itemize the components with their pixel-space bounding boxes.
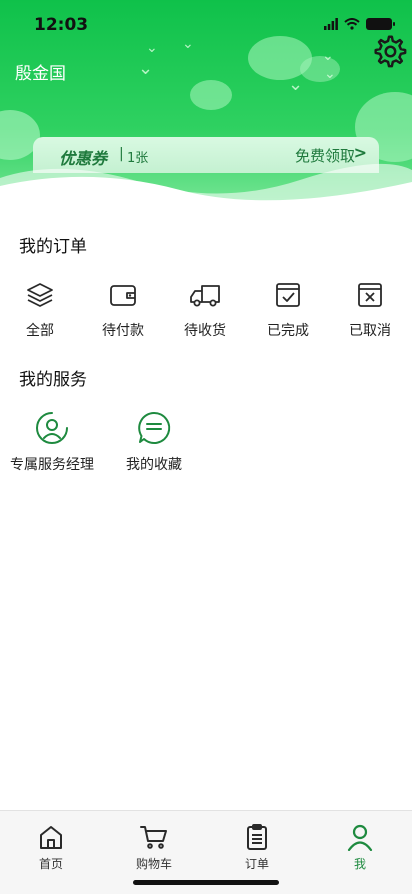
tab-orders-label: 订单 (244, 857, 269, 871)
decor-blob (190, 80, 232, 110)
bird-decor-icon: ⌄ (324, 66, 336, 82)
battery-icon (366, 18, 395, 30)
signal-icon (324, 18, 338, 30)
status-bar: 12:03 (0, 0, 412, 52)
check-box-icon (276, 283, 300, 307)
order-completed[interactable]: 已完成 (253, 280, 323, 346)
tab-cart[interactable]: 购物车 (114, 823, 194, 872)
tab-home-label: 首页 (38, 857, 63, 871)
bird-decor-icon: ⌄ (288, 74, 304, 95)
profile-header: ⌄ ⌄ ⌄ ⌄ ⌄ ⌄ 12:03 殷金国 优惠券 | 1张 免费领取 > (0, 0, 412, 215)
tab-me-label: 我 (353, 857, 366, 871)
wifi-icon (344, 18, 360, 30)
bird-decor-icon: ⌄ (138, 58, 154, 79)
cart-icon (140, 826, 167, 849)
home-indicator (133, 880, 279, 885)
order-cancelled-label: 已取消 (349, 323, 391, 339)
wallet-icon (110, 285, 136, 306)
service-favorites[interactable]: 我的收藏 (104, 410, 204, 474)
order-pending-receipt-label: 待收货 (184, 323, 226, 339)
order-pending-payment[interactable]: 待付款 (88, 280, 158, 346)
service-manager-label: 专属服务经理 (10, 457, 94, 473)
tab-orders[interactable]: 订单 (217, 823, 297, 872)
clipboard-icon (247, 824, 267, 850)
order-all-label: 全部 (26, 323, 54, 339)
services-section-title: 我的服务 (19, 370, 87, 390)
layers-icon (27, 283, 53, 307)
user-circle-icon (36, 412, 68, 444)
service-favorites-label: 我的收藏 (126, 457, 182, 473)
home-icon (40, 826, 62, 849)
truck-icon (190, 285, 220, 307)
order-all[interactable]: 全部 (5, 280, 75, 346)
orders-section-title: 我的订单 (19, 237, 87, 257)
order-pending-payment-label: 待付款 (102, 323, 144, 339)
header-wave (0, 163, 412, 215)
order-pending-receipt[interactable]: 待收货 (170, 280, 240, 346)
x-box-icon (358, 283, 382, 307)
status-icons (324, 18, 395, 30)
service-manager[interactable]: 专属服务经理 (2, 410, 102, 474)
tab-me[interactable]: 我 (320, 823, 400, 872)
user-name: 殷金国 (15, 64, 66, 84)
order-completed-label: 已完成 (267, 323, 309, 339)
status-time: 12:03 (34, 15, 89, 35)
tab-home[interactable]: 首页 (11, 823, 91, 872)
order-cancelled[interactable]: 已取消 (335, 280, 405, 346)
tab-cart-label: 购物车 (135, 857, 172, 871)
person-icon (347, 824, 373, 851)
gear-icon[interactable] (370, 32, 408, 70)
chat-bubble-icon (138, 411, 171, 444)
